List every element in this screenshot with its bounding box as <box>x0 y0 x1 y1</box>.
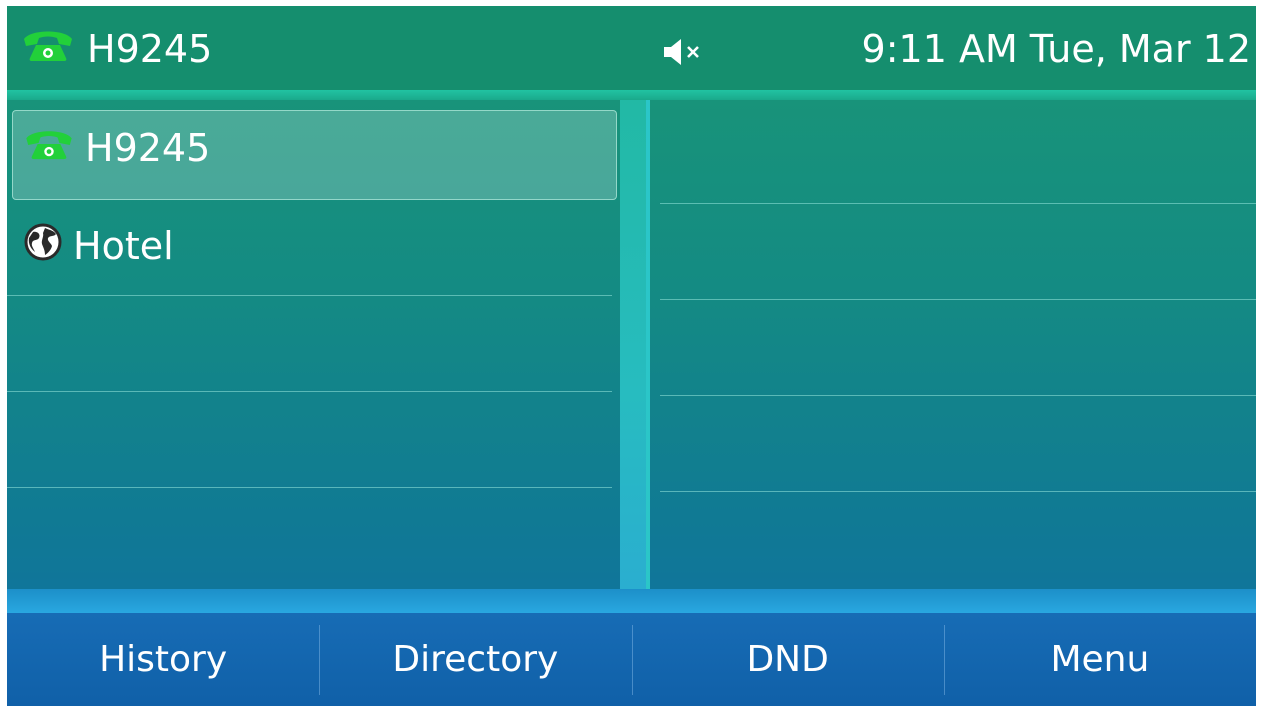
line-key-label: Hotel <box>73 224 174 268</box>
speaker-muted-icon <box>662 36 706 68</box>
softkey-dnd[interactable]: DND <box>631 613 944 706</box>
header-account: H9245 <box>21 24 212 74</box>
phone-handset-icon <box>21 27 75 72</box>
phone-screen: H9245 9:11 AM Tue, Mar 12 H9245 Hotel Hi… <box>7 6 1256 706</box>
softkey-menu[interactable]: Menu <box>943 613 1256 706</box>
line-keys-left-panel: H9245 Hotel <box>7 100 624 589</box>
header-account-label: H9245 <box>87 27 213 71</box>
softkey-history[interactable]: History <box>7 613 319 706</box>
header-separator <box>7 90 1256 100</box>
date-time: 9:11 AM Tue, Mar 12 <box>861 27 1251 71</box>
softkey-bar: History Directory DND Menu <box>7 613 1256 706</box>
line-key-empty[interactable] <box>650 300 1256 396</box>
line-key-empty[interactable] <box>7 296 620 392</box>
status-bar: H9245 9:11 AM Tue, Mar 12 <box>7 6 1256 90</box>
softkey-separator <box>7 589 1256 613</box>
line-key-hotel[interactable]: Hotel <box>7 196 620 296</box>
line-key-empty[interactable] <box>650 492 1256 589</box>
line-key-empty[interactable] <box>7 488 620 589</box>
line-key-account[interactable]: H9245 <box>7 100 620 200</box>
line-key-empty[interactable] <box>7 392 620 488</box>
line-key-empty[interactable] <box>650 100 1256 204</box>
phone-handset-icon <box>23 126 75 170</box>
line-key-empty[interactable] <box>650 204 1256 300</box>
line-key-label: H9245 <box>85 126 211 170</box>
panel-divider <box>620 100 646 589</box>
line-key-empty[interactable] <box>650 396 1256 492</box>
softkey-directory[interactable]: Directory <box>319 613 631 706</box>
globe-icon <box>23 222 63 271</box>
line-keys-right-panel <box>646 100 1256 589</box>
